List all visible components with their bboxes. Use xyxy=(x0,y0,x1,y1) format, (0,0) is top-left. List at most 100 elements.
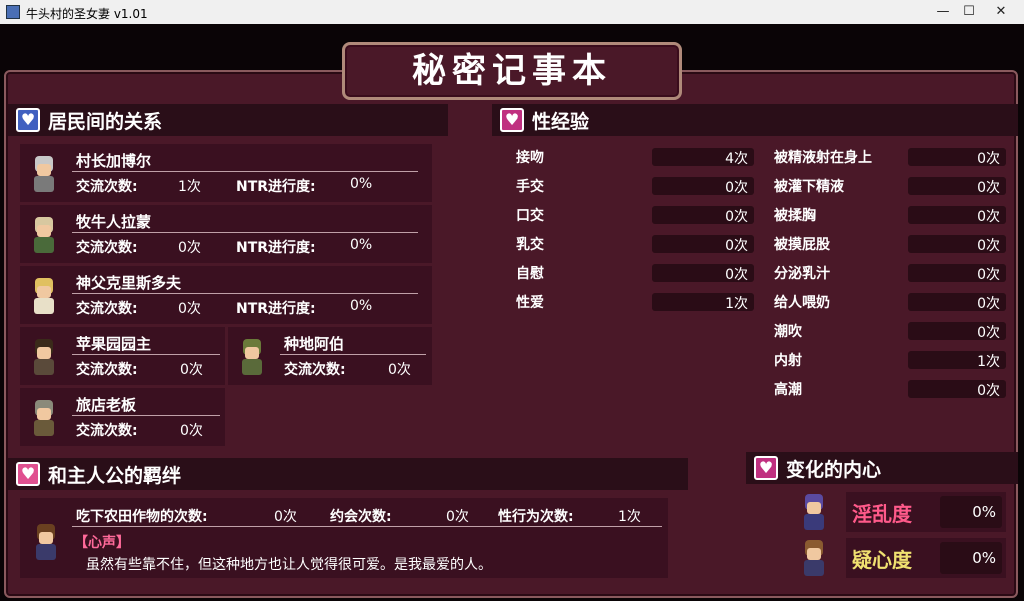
villager-name: 种地阿伯 xyxy=(284,335,345,353)
sex-label: 性行为次数: xyxy=(498,509,574,525)
exchange-label: 交流次数: xyxy=(76,423,138,439)
exchange-value: 0次 xyxy=(388,362,411,378)
bond-card: 吃下农田作物的次数: 0次 约会次数: 0次 性行为次数: 1次 【心声】 虽然… xyxy=(20,498,668,578)
stat-label: 被揉胸 xyxy=(774,208,816,224)
villager-card-2[interactable]: 牧牛人拉蒙 交流次数: 0次 NTR进行度: 0% xyxy=(20,205,432,263)
experience-row: 手交 0次 xyxy=(506,175,756,197)
stat-label: 被摸屁股 xyxy=(774,237,830,253)
stat-value: 0次 xyxy=(977,325,1000,341)
exchange-label: 交流次数: xyxy=(284,362,346,378)
ntr-value: 0% xyxy=(350,298,373,314)
experience-row: 分泌乳汁 0次 xyxy=(764,262,1008,284)
suspicion-row: 疑心度 0% xyxy=(846,538,1006,578)
exchange-value: 1次 xyxy=(178,179,201,195)
stat-value: 0次 xyxy=(977,209,1000,225)
experience-row: 被摸屁股 0次 xyxy=(764,233,1008,255)
experience-header: ♥ 性经验 xyxy=(492,104,1018,136)
villager-portrait xyxy=(28,215,60,255)
experience-row: 给人喂奶 0次 xyxy=(764,291,1008,313)
villager-card-4[interactable]: 苹果园园主 交流次数: 0次 xyxy=(20,327,225,385)
villager-name: 旅店老板 xyxy=(76,396,137,414)
game-screen: 秘密记事本 ♥ 居民间的关系 村长加博尔 交流次数: 1次 NTR进行度: 0%… xyxy=(0,24,1024,601)
window-titlebar: 牛头村的圣女妻 v1.01 — ☐ ✕ xyxy=(0,0,1024,24)
hearts-icon: ♥ xyxy=(754,456,778,480)
stat-label: 自慰 xyxy=(516,266,544,282)
stat-value: 1次 xyxy=(725,296,748,312)
lewd-row: 淫乱度 0% xyxy=(846,492,1006,532)
exchange-value: 0次 xyxy=(180,362,203,378)
farm-label: 吃下农田作物的次数: xyxy=(76,509,208,525)
suspicion-value: 0% xyxy=(940,542,1002,574)
villager-card-1[interactable]: 村长加博尔 交流次数: 1次 NTR进行度: 0% xyxy=(20,144,432,202)
experience-row: 潮吹 0次 xyxy=(764,320,1008,342)
farm-value: 0次 xyxy=(274,509,297,525)
villager-card-6[interactable]: 旅店老板 交流次数: 0次 xyxy=(20,388,225,446)
close-button[interactable]: ✕ xyxy=(978,0,1024,24)
villager-card-5[interactable]: 种地阿伯 交流次数: 0次 xyxy=(228,327,432,385)
experience-row: 高潮 0次 xyxy=(764,378,1008,400)
experience-title: 性经验 xyxy=(532,111,590,133)
voice-text: 虽然有些靠不住，但这种地方也让人觉得很可爱。是我最爱的人。 xyxy=(86,557,492,573)
villager-portrait xyxy=(28,276,60,316)
experience-row: 被揉胸 0次 xyxy=(764,204,1008,226)
stat-value: 0次 xyxy=(977,180,1000,196)
stat-value: 0次 xyxy=(725,180,748,196)
experience-row: 口交 0次 xyxy=(506,204,756,226)
exchange-value: 0次 xyxy=(180,423,203,439)
villager-portrait xyxy=(28,337,60,377)
ntr-label: NTR进行度: xyxy=(236,240,316,256)
bond-header: ♥ 和主人公的羁绊 xyxy=(8,458,688,490)
notebook-title: 秘密记事本 xyxy=(412,51,612,91)
experience-row: 性爱 1次 xyxy=(506,291,756,313)
villager-name: 神父克里斯多夫 xyxy=(76,274,182,292)
exchange-value: 0次 xyxy=(178,301,201,317)
stat-label: 被灌下精液 xyxy=(774,179,844,195)
relations-title: 居民间的关系 xyxy=(48,111,163,133)
experience-row: 自慰 0次 xyxy=(506,262,756,284)
ntr-label: NTR进行度: xyxy=(236,179,316,195)
villager-portrait xyxy=(28,154,60,194)
heart-icon: ♥ xyxy=(16,108,40,132)
experience-row: 被精液射在身上 0次 xyxy=(764,146,1008,168)
voice-tag: 【心声】 xyxy=(74,535,130,551)
bond-title: 和主人公的羁绊 xyxy=(48,465,182,487)
stat-label: 接吻 xyxy=(516,150,544,166)
villager-name: 牧牛人拉蒙 xyxy=(76,213,152,231)
heart-icon: ♥ xyxy=(16,462,40,486)
stat-value: 4次 xyxy=(725,151,748,167)
stat-label: 被精液射在身上 xyxy=(774,150,872,166)
experience-row: 被灌下精液 0次 xyxy=(764,175,1008,197)
ntr-value: 0% xyxy=(350,237,373,253)
exchange-label: 交流次数: xyxy=(76,240,138,256)
stat-label: 手交 xyxy=(516,179,544,195)
date-value: 0次 xyxy=(446,509,469,525)
heroine-portrait xyxy=(798,492,830,532)
stat-value: 0次 xyxy=(977,383,1000,399)
notebook-title-banner: 秘密记事本 xyxy=(342,42,682,100)
exchange-label: 交流次数: xyxy=(76,362,138,378)
window-title: 牛头村的圣女妻 v1.01 xyxy=(26,7,148,21)
stat-label: 性爱 xyxy=(516,295,544,311)
date-label: 约会次数: xyxy=(330,509,392,525)
sex-value: 1次 xyxy=(618,509,641,525)
villager-portrait xyxy=(28,398,60,438)
stat-value: 0次 xyxy=(977,267,1000,283)
hero-portrait xyxy=(30,522,62,562)
stat-label: 乳交 xyxy=(516,237,544,253)
exchange-label: 交流次数: xyxy=(76,179,138,195)
hero-portrait-small xyxy=(798,538,830,578)
ntr-value: 0% xyxy=(350,176,373,192)
stat-value: 1次 xyxy=(977,354,1000,370)
stat-value: 0次 xyxy=(977,238,1000,254)
stat-value: 0次 xyxy=(725,209,748,225)
villager-card-3[interactable]: 神父克里斯多夫 交流次数: 0次 NTR进行度: 0% xyxy=(20,266,432,324)
stat-value: 0次 xyxy=(725,267,748,283)
stat-label: 内射 xyxy=(774,353,802,369)
villager-portrait xyxy=(236,337,268,377)
stat-label: 潮吹 xyxy=(774,324,802,340)
ntr-label: NTR进行度: xyxy=(236,301,316,317)
stat-label: 口交 xyxy=(516,208,544,224)
exchange-label: 交流次数: xyxy=(76,301,138,317)
experience-row: 接吻 4次 xyxy=(506,146,756,168)
suspicion-label: 疑心度 xyxy=(852,548,912,572)
